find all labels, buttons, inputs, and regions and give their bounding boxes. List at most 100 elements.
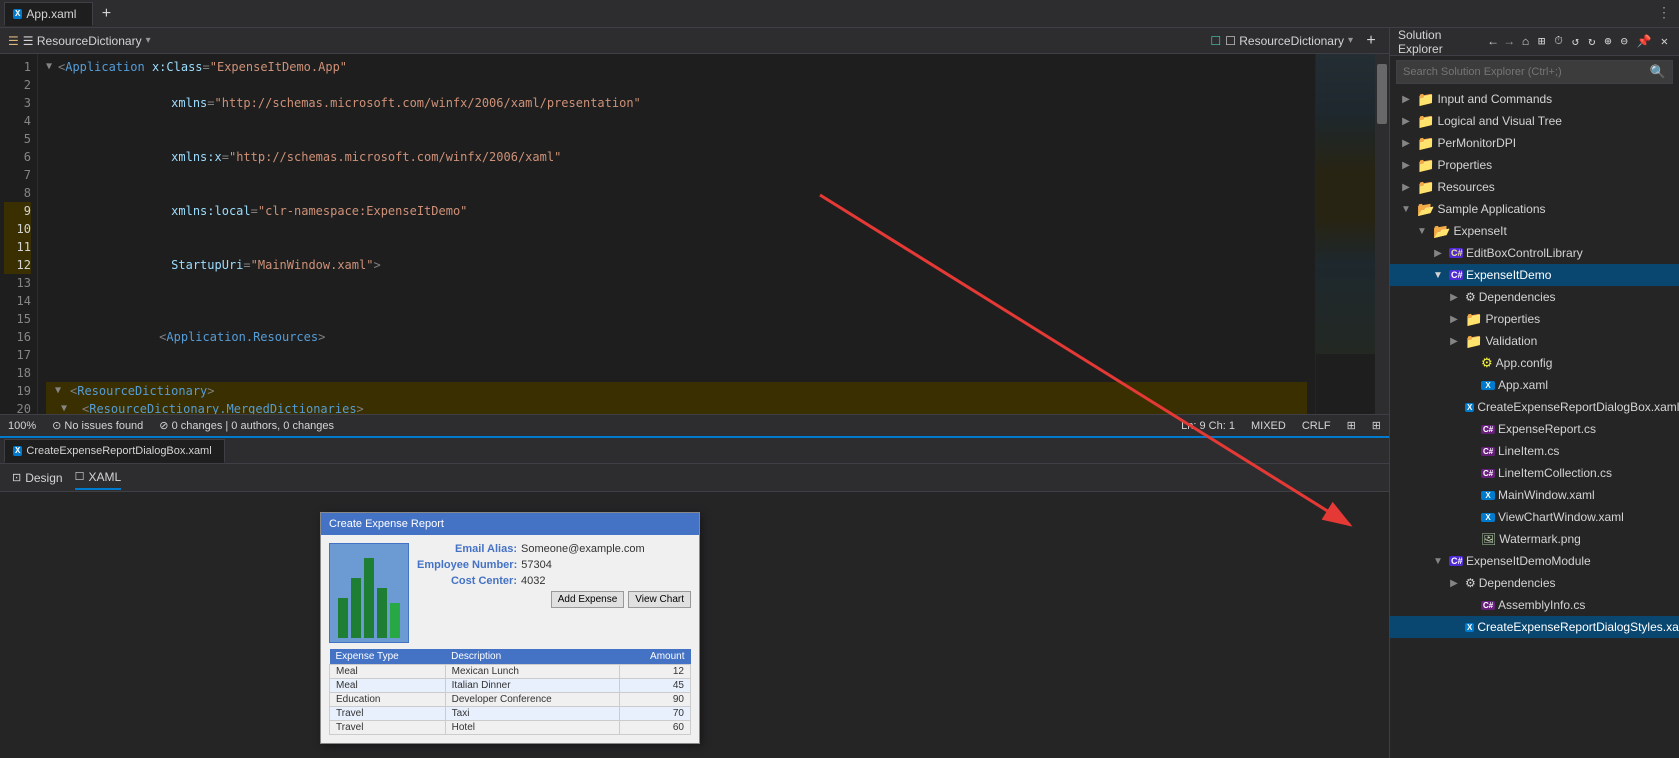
tree-item-lineitem-cs[interactable]: C# LineItem.cs (1390, 440, 1679, 462)
top-tab-bar: X App.xaml + ⋮ (0, 0, 1679, 28)
config-icon: ⚙ (1481, 355, 1493, 371)
view-chart-btn[interactable]: View Chart (628, 591, 691, 608)
tree-item-expenseitdemo[interactable]: ▼ C# ExpenseItDemo (1390, 264, 1679, 286)
design-icon: ⊡ (12, 471, 21, 484)
arrow-icon: ▶ (1398, 160, 1414, 171)
file-scope-dropdown[interactable]: ☰ ☰ ResourceDictionary ▾ (8, 34, 151, 48)
tab-dialog-xaml[interactable]: X CreateExpenseReportDialogBox.xaml (4, 439, 225, 463)
tree-item-expenseit[interactable]: ▼ 📂 ExpenseIt (1390, 220, 1679, 242)
item-label: Sample Applications (1437, 202, 1545, 216)
bottom-editor-section: X CreateExpenseReportDialogBox.xaml ⊡ De… (0, 436, 1389, 758)
tree-item-sample-apps[interactable]: ▼ 📂 Sample Applications (1390, 198, 1679, 220)
se-back-btn[interactable]: ← (1486, 34, 1499, 50)
item-label: ExpenseItDemoModule (1466, 554, 1591, 568)
pin-btn[interactable]: ⋮ (1653, 5, 1675, 22)
se-pin-btn[interactable]: 📌 (1634, 33, 1655, 50)
se-sync-btn[interactable]: ↻ (1585, 33, 1598, 50)
tree-item-assemblyinfo[interactable]: C# AssemblyInfo.cs (1390, 594, 1679, 616)
scroll-thumb[interactable] (1377, 64, 1387, 124)
add-expense-btn[interactable]: Add Expense (551, 591, 625, 608)
se-add-btn[interactable]: ⊕ (1601, 33, 1614, 50)
se-title: Solution Explorer (1398, 28, 1482, 56)
vertical-scrollbar[interactable] (1375, 54, 1389, 414)
tree-item-module[interactable]: ▼ C# ExpenseItDemoModule (1390, 550, 1679, 572)
tree-item-app-config[interactable]: ⚙ App.config (1390, 352, 1679, 374)
zoom-level[interactable]: 100% (8, 420, 36, 432)
tree-item-resources[interactable]: ▶ 📁 Resources (1390, 176, 1679, 198)
expense-cell: Meal (330, 679, 446, 693)
expense-cell: Taxi (445, 707, 619, 721)
tree-item-validation[interactable]: ▶ 📁 Validation (1390, 330, 1679, 352)
code-line-3: xmlns:x="http://schemas.microsoft.com/wi… (46, 130, 1307, 184)
tree-item-logical-visual[interactable]: ▶ 📁 Logical and Visual Tree (1390, 110, 1679, 132)
line-ending-indicator: CRLF (1302, 420, 1331, 432)
se-close-btn[interactable]: ✕ (1658, 33, 1671, 50)
tab-design[interactable]: ⊡ Design (12, 467, 63, 489)
tree-item-dialog-styles[interactable]: X CreateExpenseReportDialogStyles.xaml (1390, 616, 1679, 638)
expense-cell: 60 (619, 721, 690, 735)
arrow-icon: ▶ (1398, 138, 1414, 149)
se-forward-btn[interactable]: → (1503, 34, 1516, 50)
tree-item-editbox[interactable]: ▶ C# EditBoxControlLibrary (1390, 242, 1679, 264)
expense-cell: 45 (619, 679, 690, 693)
email-value: Someone@example.com (521, 543, 645, 555)
item-label: LineItem.cs (1498, 444, 1559, 458)
code-line-2: xmlns="http://schemas.microsoft.com/winf… (46, 76, 1307, 130)
tree-item-mainwindow-xaml[interactable]: X MainWindow.xaml (1390, 484, 1679, 506)
se-refresh-btn[interactable]: ↺ (1569, 33, 1582, 50)
se-minus-btn[interactable]: ⊖ (1618, 33, 1631, 50)
scope-label: ☰ ResourceDictionary (23, 34, 142, 48)
tree-item-create-expense[interactable]: X CreateExpenseReportDialogBox.xaml (1390, 396, 1679, 418)
member-dropdown[interactable]: ☐ ☐ ResourceDictionary ▾ (1210, 34, 1353, 48)
tree-item-deps[interactable]: ▶ ⚙ Dependencies (1390, 286, 1679, 308)
se-clock-btn[interactable]: ⏱ (1551, 35, 1566, 49)
layout-toggle[interactable]: ⊞ (1347, 419, 1356, 432)
code-line-8 (46, 364, 1307, 382)
item-label: Properties (1485, 312, 1540, 326)
code-editor[interactable]: 12345 678 9 10 11 12 131415161718 192021… (0, 54, 1389, 414)
se-search-input[interactable] (1403, 66, 1646, 78)
expense-cell: 70 (619, 707, 690, 721)
chevron-down-icon: ▾ (146, 35, 151, 46)
add-tab-btn[interactable]: + (95, 3, 117, 25)
folder-icon: 📁 (1465, 311, 1482, 328)
tab-xaml[interactable]: ☐ XAML (75, 466, 122, 490)
folder-icon: 📁 (1417, 135, 1434, 152)
tree-item-module-deps[interactable]: ▶ ⚙ Dependencies (1390, 572, 1679, 594)
tab-app-xaml[interactable]: X App.xaml (4, 2, 93, 26)
code-content[interactable]: ▼ <Application x:Class="ExpenseItDemo.Ap… (38, 54, 1315, 414)
email-label: Email Alias: (417, 543, 517, 555)
member-label: ☐ ResourceDictionary (1225, 34, 1344, 48)
tree-item-watermark-png[interactable]: 🖼 Watermark.png (1390, 528, 1679, 550)
se-tree: ▶ 📁 Input and Commands ▶ 📁 Logical and V… (1390, 88, 1679, 758)
se-toolbar: ← → ⌂ ⊞ ⏱ ↺ ↻ ⊕ ⊖ 📌 ✕ (1486, 33, 1671, 50)
cs-icon: C# (1481, 447, 1495, 456)
preview-title-bar: Create Expense Report (321, 513, 699, 535)
tree-item-input-commands[interactable]: ▶ 📁 Input and Commands (1390, 88, 1679, 110)
expense-cell: 12 (619, 665, 690, 679)
tree-item-props-folder[interactable]: ▶ 📁 Properties (1390, 308, 1679, 330)
se-home-btn[interactable]: ⌂ (1519, 34, 1532, 50)
design-label: Design (25, 471, 62, 485)
code-line-5: StartupUri="MainWindow.xaml"> (46, 238, 1307, 292)
se-grid-btn[interactable]: ⊞ (1535, 33, 1548, 50)
extra-btn[interactable]: ⊞ (1372, 419, 1381, 432)
item-label: App.config (1496, 356, 1553, 370)
item-label: ViewChartWindow.xaml (1498, 510, 1624, 524)
tree-item-properties[interactable]: ▶ 📁 Properties (1390, 154, 1679, 176)
tree-item-viewchart-xaml[interactable]: X ViewChartWindow.xaml (1390, 506, 1679, 528)
line-numbers: 12345 678 9 10 11 12 131415161718 192021… (0, 54, 38, 414)
preview-area: Create Expense Report (0, 492, 1389, 758)
folder-open-icon: 📂 (1417, 201, 1434, 218)
add-file-btn[interactable]: + (1361, 31, 1381, 51)
tree-item-app-xaml[interactable]: X App.xaml (1390, 374, 1679, 396)
tree-item-expense-cs[interactable]: C# ExpenseReport.cs (1390, 418, 1679, 440)
member-icon: ☐ (1210, 34, 1221, 48)
chevron-down-icon2: ▾ (1348, 35, 1353, 46)
se-search-icon[interactable]: 🔍 (1650, 65, 1666, 80)
zoom-bar: 100% ⊙ No issues found ⊘ 0 changes | 0 a… (0, 414, 1389, 436)
item-label: EditBoxControlLibrary (1466, 246, 1583, 260)
code-line-4: xmlns:local="clr-namespace:ExpenseItDemo… (46, 184, 1307, 238)
tree-item-permonitor[interactable]: ▶ 📁 PerMonitorDPI (1390, 132, 1679, 154)
tree-item-lineitemcol-cs[interactable]: C# LineItemCollection.cs (1390, 462, 1679, 484)
